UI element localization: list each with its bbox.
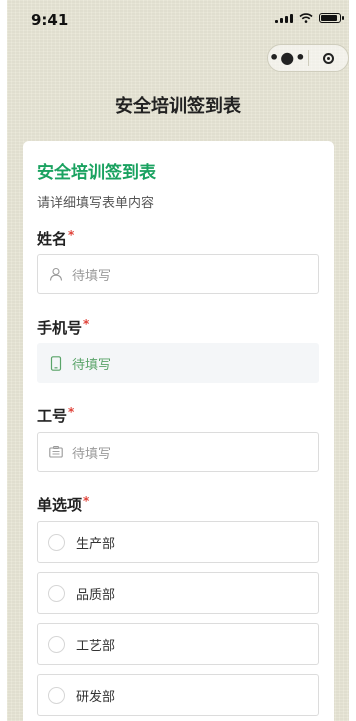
phone-icon xyxy=(49,355,63,371)
radio-circle xyxy=(48,686,65,704)
status-bar: 9:41 xyxy=(7,0,349,40)
mini-program-capsule: •●• xyxy=(267,44,349,72)
required-mark: * xyxy=(83,494,90,508)
radio-option[interactable]: 生产部 xyxy=(37,521,319,563)
choice-label: 单选项* xyxy=(37,494,89,515)
radio-circle xyxy=(48,584,65,602)
signal-icon xyxy=(275,13,293,23)
status-time: 9:41 xyxy=(31,11,69,29)
radio-option-label: 工艺部 xyxy=(76,638,116,654)
required-mark: * xyxy=(68,405,75,419)
employee-id-input[interactable]: 待填写 xyxy=(37,432,319,472)
radio-circle xyxy=(48,635,65,653)
radio-option-label: 品质部 xyxy=(76,587,116,603)
name-placeholder: 待填写 xyxy=(72,268,112,284)
name-label-text: 姓名 xyxy=(37,230,68,248)
radio-option[interactable]: 品质部 xyxy=(37,572,319,614)
wifi-icon xyxy=(299,13,313,23)
radio-option-label: 生产部 xyxy=(76,536,116,552)
required-mark: * xyxy=(68,228,75,242)
form-card: 安全培训签到表 请详细填写表单内容 姓名* 待填写 手机号* 待填写 工号* 待… xyxy=(23,141,334,721)
employee-id-placeholder: 待填写 xyxy=(72,446,112,462)
radio-circle xyxy=(48,533,65,551)
id-card-icon xyxy=(49,445,63,459)
target-icon xyxy=(322,52,334,64)
required-mark: * xyxy=(83,317,90,331)
phone-placeholder: 待填写 xyxy=(72,357,112,373)
name-label: 姓名* xyxy=(37,228,74,249)
employee-id-label-text: 工号 xyxy=(37,407,68,425)
page-title: 安全培训签到表 xyxy=(115,96,241,117)
name-input[interactable]: 待填写 xyxy=(37,254,319,294)
phone-label-text: 手机号 xyxy=(37,319,83,337)
radio-option[interactable]: 工艺部 xyxy=(37,623,319,665)
battery-icon xyxy=(319,13,344,23)
close-mini-program-button[interactable] xyxy=(309,52,349,64)
employee-id-label: 工号* xyxy=(37,405,74,426)
form-title: 安全培训签到表 xyxy=(37,163,156,183)
more-menu-icon[interactable]: •●• xyxy=(268,45,308,71)
phone-input[interactable]: 待填写 xyxy=(37,343,319,383)
radio-option-label: 研发部 xyxy=(76,689,116,705)
status-icons xyxy=(275,13,344,23)
phone-screen: 9:41 •●• 安全培训签到表 安全培训签到表 请详细填写表单内容 姓名* 待… xyxy=(0,0,356,721)
radio-option[interactable]: 研发部 xyxy=(37,674,319,716)
person-icon xyxy=(49,267,63,281)
form-subtitle: 请详细填写表单内容 xyxy=(37,196,155,211)
phone-label: 手机号* xyxy=(37,317,89,338)
choice-label-text: 单选项 xyxy=(37,496,83,514)
